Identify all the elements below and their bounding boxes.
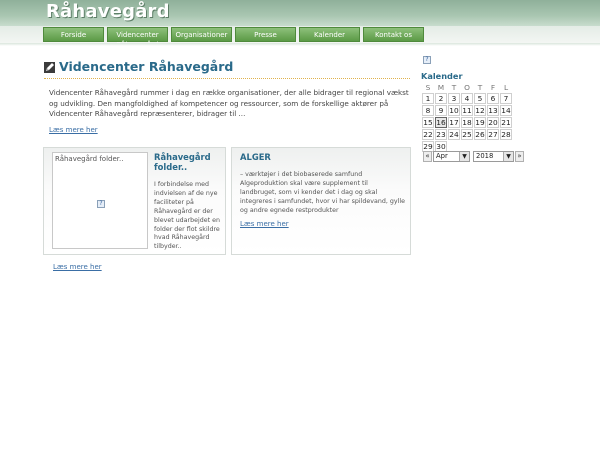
calendar-day[interactable]: 28 [500,129,512,140]
calendar-day[interactable]: 13 [487,105,499,116]
nav-label: Presse [254,31,277,39]
calendar-day[interactable]: 27 [487,129,499,140]
weekday-label: L [503,82,509,92]
month-select[interactable]: Apr ▼ [433,151,470,162]
calendar-day[interactable]: 26 [474,129,486,140]
calendar-day[interactable]: 10 [448,105,460,116]
alger-title[interactable]: ALGER [240,152,271,162]
year-select[interactable]: 2018 ▼ [473,151,514,162]
folder-image[interactable]: Råhavegård folder.. ? [52,152,148,249]
calendar-day[interactable]: 25 [461,129,473,140]
calendar-day[interactable]: 21 [500,117,512,128]
calendar-day[interactable]: 22 [422,129,434,140]
weekday-label: F [490,82,496,92]
calendar-day[interactable]: 4 [461,93,473,104]
calendar-week: 15 16 17 18 19 20 21 [422,117,512,128]
year-value: 2018 [476,152,494,160]
calendar-day[interactable]: 23 [435,129,447,140]
folder-title[interactable]: Råhavegård folder.. [154,152,222,172]
calendar-day[interactable]: 7 [500,93,512,104]
nav-item-kalender[interactable]: Kalender [299,27,360,42]
nav-item-videncenter[interactable]: Videncenter Råhavegård [107,27,168,49]
calendar-week: 8 9 10 11 12 13 14 [422,105,512,116]
calendar-day[interactable]: 9 [435,105,447,116]
calendar-day[interactable]: 1 [422,93,434,104]
next-month-button[interactable]: » [515,151,524,162]
calendar-day[interactable]: 20 [487,117,499,128]
prev-month-button[interactable]: « [423,151,432,162]
nav-label: Kontakt os [375,31,412,39]
chevron-down-icon: ▼ [459,152,469,161]
nav-shadow [0,43,600,46]
folder-read-more-link[interactable]: Læs mere her [53,263,102,271]
calendar-nav: « Apr ▼ 2018 ▼ » [423,151,524,162]
month-value: Apr [436,152,448,160]
calendar-day[interactable]: 15 [422,117,434,128]
calendar-week: 22 23 24 25 26 27 28 [422,129,512,140]
nav-item-presse[interactable]: Presse [235,27,296,42]
calendar-day[interactable]: 19 [474,117,486,128]
weekday-label: O [464,82,470,92]
folder-box: Råhavegård folder.. ? Råhavegård folder.… [43,147,226,255]
calendar-day[interactable]: 6 [487,93,499,104]
calendar-title: Kalender [421,71,463,81]
weekday-label: T [451,82,457,92]
nav-item-forside[interactable]: Forside [43,27,104,42]
read-more-link[interactable]: Læs mere her [49,126,98,134]
nav-label: Forside [60,31,87,39]
nav-item-kontakt[interactable]: Kontakt os [363,27,424,42]
calendar-day[interactable]: 3 [448,93,460,104]
calendar-day[interactable]: 11 [461,105,473,116]
broken-image-icon: ? [97,200,105,208]
page-title: Videncenter Råhavegård [59,59,234,74]
calendar-grid: S M T O T F L 1 2 3 4 5 6 7 8 9 10 11 12 13 14 15 16 17 1… [421,81,513,153]
intro-text: Videncenter Råhavegård rummer i dag en r… [49,88,409,118]
calendar-day[interactable]: 14 [500,105,512,116]
calendar-day[interactable]: 8 [422,105,434,116]
broken-image-icon: ? [423,56,431,64]
nav-item-organisationer[interactable]: Organisationer [171,27,232,42]
chevron-down-icon: ▼ [503,152,513,161]
nav-label: Organisationer [175,31,228,39]
calendar-day[interactable]: 24 [448,129,460,140]
calendar-day[interactable]: 5 [474,93,486,104]
calendar-day[interactable]: 18 [461,117,473,128]
alger-read-more-link[interactable]: Læs mere her [240,220,289,228]
weekday-label: T [477,82,483,92]
calendar-day[interactable]: 2 [435,93,447,104]
weekday-label: S [425,82,431,92]
nav-label: Videncenter Råhavegård [116,31,159,49]
calendar-week: 1234567 [422,93,512,104]
main-nav: Forside Videncenter Råhavegård Organisat… [43,27,427,49]
folder-text: I forbindelse med indvielsen af de nye f… [154,181,220,251]
calendar-day[interactable]: 12 [474,105,486,116]
site-header: Råhavegård [0,0,600,26]
weekday-label: M [437,82,445,92]
alger-box: ALGER – værktøjer i det biobaserede samf… [231,147,411,255]
nav-label: Kalender [313,31,346,39]
folder-image-alt: Råhavegård folder.. [55,155,124,163]
edit-icon [44,62,55,73]
site-logo[interactable]: Råhavegård [46,1,170,22]
alger-text: – værktøjer i det biobaserede samfund Al… [240,171,405,214]
page-title-bar: Videncenter Råhavegård [44,59,410,79]
calendar-day-today[interactable]: 16 [435,117,447,128]
calendar-day[interactable]: 17 [448,117,460,128]
